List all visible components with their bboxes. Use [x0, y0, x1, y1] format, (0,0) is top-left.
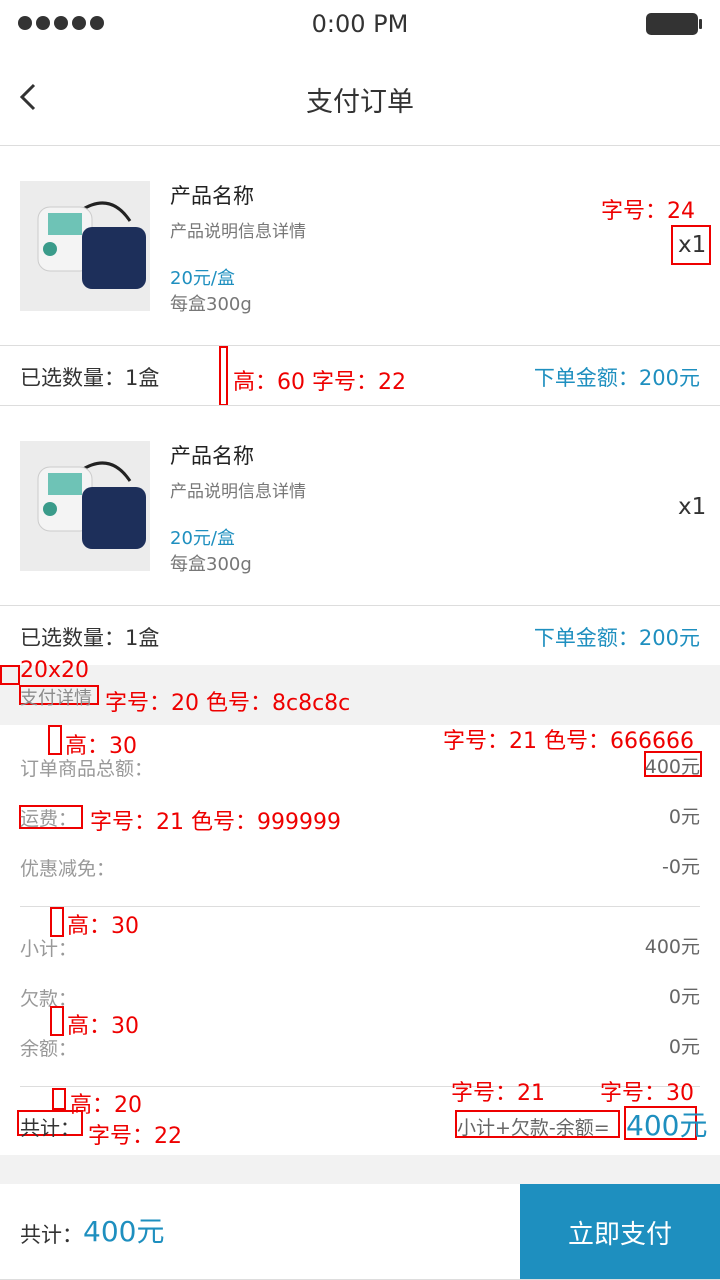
annotation-height: 高：30: [67, 1014, 139, 1039]
annotation-box: [0, 665, 20, 685]
product-price: 20元/盒: [170, 268, 235, 289]
product-image: [20, 441, 150, 571]
detail-label: 订单商品总额：: [20, 758, 154, 780]
annotation-font-color: 字号：21 色号：999999: [90, 810, 341, 835]
product-price: 20元/盒: [170, 528, 235, 549]
product-name: 产品名称: [170, 444, 254, 468]
annotation-box: [48, 725, 62, 755]
annotation-font-size: 字号：24: [601, 199, 695, 224]
order-amount: 下单金额：200元: [533, 626, 700, 650]
divider: [0, 605, 720, 606]
annotation-font-size: 字号：21: [451, 1081, 545, 1106]
detail-value: 400元: [644, 756, 700, 778]
order-amount: 下单金额：200元: [533, 366, 700, 390]
product-desc: 产品说明信息详情: [170, 222, 306, 242]
footer-total-label: 共计：: [20, 1223, 83, 1247]
annotation-height: 高：60 字号：22: [233, 370, 406, 395]
bottom-spacer: [0, 1155, 720, 1184]
annotation-box: [50, 1006, 64, 1036]
annotation-box: [219, 346, 228, 406]
product-image: [20, 181, 150, 311]
detail-value: -0元: [662, 856, 700, 878]
divider: [0, 405, 720, 406]
product-qty: x1: [678, 232, 707, 258]
selected-quantity: 已选数量：1盒: [20, 366, 160, 390]
divider: [0, 145, 720, 146]
footer-total-value: 400元: [83, 1215, 165, 1248]
page-title: 支付订单: [306, 87, 414, 118]
total-label: 共计：: [20, 1116, 80, 1140]
selected-quantity: 已选数量：1盒: [20, 626, 160, 650]
battery-icon: [646, 13, 702, 35]
detail-label: 欠款：: [20, 988, 78, 1010]
detail-value: 0元: [668, 806, 700, 828]
product-weight: 每盒300g: [170, 554, 252, 575]
detail-label: 优惠减免：: [20, 858, 116, 880]
divider: [20, 906, 700, 907]
annotation-height: 高：30: [67, 914, 139, 939]
annotation-box: [50, 907, 64, 937]
product-weight: 每盒300g: [170, 294, 252, 315]
total-formula: 小计+欠款-余额=: [457, 1117, 610, 1139]
product-desc: 产品说明信息详情: [170, 482, 306, 502]
divider: [0, 345, 720, 346]
annotation-font-color: 字号：20 色号：8c8c8c: [105, 691, 351, 716]
detail-label: 余额：: [20, 1038, 78, 1060]
detail-value: 0元: [668, 1036, 700, 1058]
pay-now-button[interactable]: 立即支付: [520, 1184, 720, 1280]
total-value: 400元: [626, 1109, 708, 1142]
annotation-size: 20x20: [20, 658, 90, 683]
annotation-font-size: 字号：30: [600, 1081, 694, 1106]
detail-value: 0元: [668, 986, 700, 1008]
product-qty: x1: [678, 494, 707, 520]
detail-label: 运费：: [20, 808, 78, 830]
annotation-font-size: 字号：22: [88, 1124, 182, 1149]
detail-label: 小计：: [20, 938, 78, 960]
product-name: 产品名称: [170, 184, 254, 208]
detail-value: 400元: [644, 936, 700, 958]
annotation-box: [52, 1088, 66, 1110]
section-title: 支付详情: [20, 688, 92, 709]
status-time: 0:00 PM: [311, 10, 409, 38]
